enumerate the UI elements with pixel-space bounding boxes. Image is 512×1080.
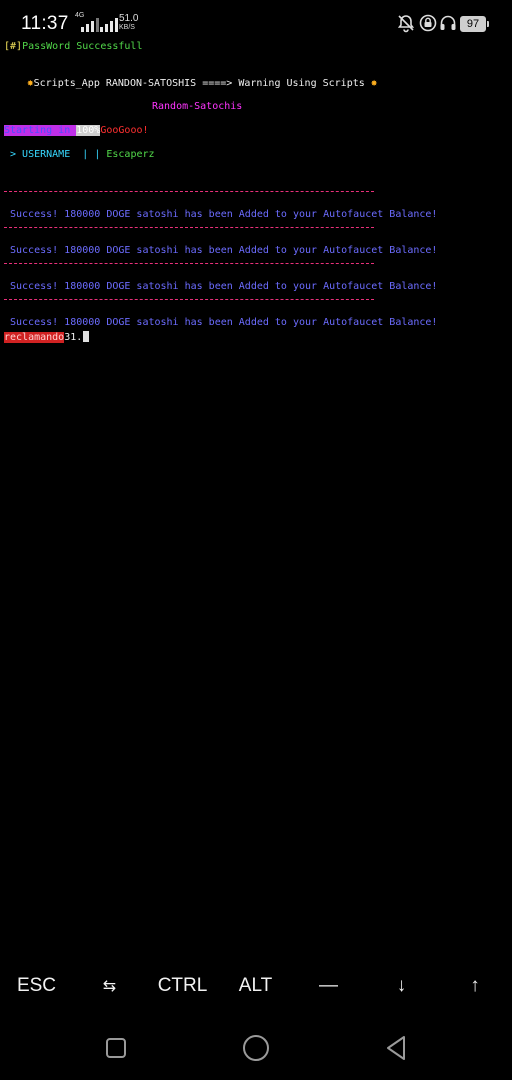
extra-keys-row: ESC ⇆ CTRL ALT — ↓ ↑ xyxy=(0,966,512,1006)
speed-unit: KB/S xyxy=(119,24,135,31)
circle-icon xyxy=(243,1035,269,1061)
success-line: Success! 180000 DOGE satoshi has been Ad… xyxy=(10,245,438,256)
mute-icon xyxy=(397,15,415,33)
navigation-bar xyxy=(0,1016,512,1080)
password-prefix: [#] xyxy=(4,41,23,52)
back-button[interactable] xyxy=(378,1030,414,1066)
prompt-line: reclamando31. xyxy=(4,331,90,344)
divider xyxy=(4,227,374,228)
divider xyxy=(4,191,374,192)
status-time: 11:37 xyxy=(21,13,69,34)
back-triangle-icon xyxy=(387,1036,405,1060)
prompt-value: 31. xyxy=(64,332,83,343)
username-separator: | | xyxy=(70,149,107,160)
home-button[interactable] xyxy=(238,1030,274,1066)
prompt-label: reclamando xyxy=(4,332,65,343)
square-icon xyxy=(106,1038,126,1058)
username-line: > USERNAME | | Escaperz xyxy=(4,149,155,161)
banner-line: ✸Scripts_App RANDON-SATOSHIS ====> Warni… xyxy=(27,77,377,90)
headset-icon xyxy=(440,15,456,30)
signal-icon-2 xyxy=(100,14,118,32)
starting-text: Starting in xyxy=(4,125,77,136)
username-value: Escaperz xyxy=(106,149,155,160)
down-arrow-key[interactable]: ↓ xyxy=(365,966,438,1006)
divider xyxy=(4,263,374,264)
explosion-icon: ✸ xyxy=(27,76,34,89)
divider xyxy=(4,299,374,300)
success-line: Success! 180000 DOGE satoshi has been Ad… xyxy=(10,209,438,220)
up-arrow-key[interactable]: ↑ xyxy=(438,966,512,1006)
dash-key[interactable]: — xyxy=(292,966,365,1006)
text-cursor xyxy=(83,331,90,342)
recents-button[interactable] xyxy=(98,1030,134,1066)
starting-suffix: GooGooo! xyxy=(100,125,149,136)
signal-icon xyxy=(81,14,99,32)
alt-key[interactable]: ALT xyxy=(219,966,292,1006)
starting-percent: 100% xyxy=(76,125,101,136)
subtitle: Random-Satochis xyxy=(152,101,243,112)
password-line: [#]PassWord Successfull xyxy=(4,41,142,53)
battery-icon: 97 xyxy=(460,16,489,32)
success-line: Success! 180000 DOGE satoshi has been Ad… xyxy=(10,317,438,328)
tab-key[interactable]: ⇆ xyxy=(73,966,146,1006)
username-label: > USERNAME xyxy=(4,149,71,160)
network-speed: 51.0 KB/S xyxy=(119,14,138,32)
explosion-icon-right: ✸ xyxy=(370,76,378,89)
success-line: Success! 180000 DOGE satoshi has been Ad… xyxy=(10,281,438,292)
starting-line: Starting in 100%GooGooo! xyxy=(4,125,149,137)
lock-icon xyxy=(419,14,437,32)
ctrl-key[interactable]: CTRL xyxy=(146,966,219,1006)
speed-value: 51.0 xyxy=(119,13,139,24)
password-message: PassWord Successfull xyxy=(22,41,143,52)
esc-key[interactable]: ESC xyxy=(0,966,73,1006)
terminal-output[interactable]: [#]PassWord Successfull ✸Scripts_App RAN… xyxy=(0,38,512,958)
status-bar: 11:37 4G 51.0 KB/S 97 xyxy=(0,0,512,40)
banner-text: Scripts_App RANDON-SATOSHIS ====> Warnin… xyxy=(33,78,365,89)
